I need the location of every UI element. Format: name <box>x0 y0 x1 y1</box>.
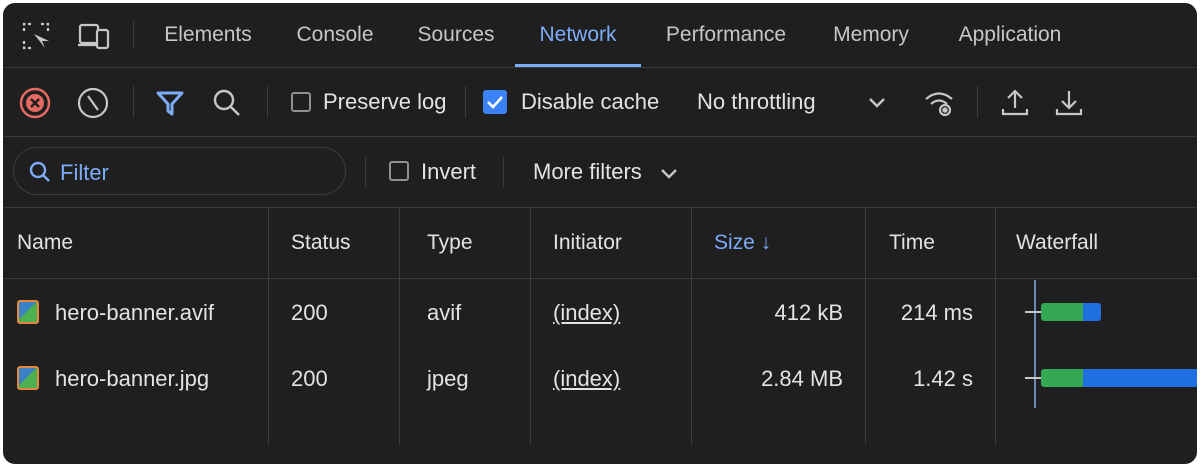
waterfall-whisker <box>1025 311 1041 313</box>
request-initiator-link[interactable]: (index) <box>553 366 620 392</box>
invert-label: Invert <box>421 159 477 184</box>
clear-log-icon[interactable] <box>77 87 109 119</box>
checkmark-icon <box>487 96 503 109</box>
more-filters-button[interactable]: More filters <box>533 159 642 185</box>
waterfall-download-bar <box>1083 303 1101 321</box>
table-row[interactable]: hero-banner.jpg 200 jpeg (index) 2.84 MB… <box>3 345 1197 411</box>
tab-console[interactable]: Console <box>279 3 391 67</box>
table-row[interactable]: hero-banner.avif 200 avif (index) 412 kB… <box>3 279 1197 345</box>
column-header-waterfall[interactable]: Waterfall <box>1016 208 1098 278</box>
export-har-icon[interactable] <box>1053 87 1083 117</box>
toolbar-separator <box>977 86 978 118</box>
filter-bar: Filter Invert More filters <box>3 137 1197 208</box>
request-size: 2.84 MB <box>761 366 843 391</box>
tab-elements[interactable]: Elements <box>149 3 267 67</box>
invert-checkbox[interactable] <box>389 161 409 181</box>
tab-sources[interactable]: Sources <box>403 3 509 67</box>
image-file-icon <box>17 366 39 390</box>
column-header-initiator[interactable]: Initiator <box>553 208 622 278</box>
request-status: 200 <box>291 300 328 325</box>
column-header-type[interactable]: Type <box>427 208 473 278</box>
network-request-table: Name Status Type Initiator Size ↓ Time W… <box>3 208 1197 464</box>
filter-icon[interactable] <box>154 87 184 117</box>
waterfall-waiting-bar <box>1041 303 1083 321</box>
waterfall-whisker <box>1025 377 1041 379</box>
preserve-log-checkbox[interactable] <box>291 92 311 112</box>
request-size: 412 kB <box>774 300 844 325</box>
request-time: 214 ms <box>900 300 973 325</box>
column-header-name[interactable]: Name <box>17 208 73 278</box>
request-name: hero-banner.jpg <box>55 366 210 391</box>
tab-memory[interactable]: Memory <box>819 3 923 67</box>
image-file-icon <box>17 300 39 324</box>
tabbar-separator <box>133 21 134 49</box>
chevron-down-icon[interactable] <box>657 161 681 190</box>
inspect-element-icon[interactable] <box>21 21 50 50</box>
waterfall-waiting-bar <box>1041 369 1083 387</box>
column-header-status[interactable]: Status <box>291 208 351 278</box>
toolbar-separator <box>267 86 268 118</box>
preserve-log-label: Preserve log <box>323 89 447 114</box>
tab-performance[interactable]: Performance <box>651 3 801 67</box>
chevron-down-icon[interactable] <box>865 90 895 120</box>
devtools-panel: Elements Console Sources Network Perform… <box>3 3 1197 464</box>
column-header-time[interactable]: Time <box>889 208 935 278</box>
disable-cache-label: Disable cache <box>521 89 660 114</box>
request-time: 1.42 s <box>913 366 973 391</box>
throttling-select[interactable]: No throttling <box>697 89 816 115</box>
filterbar-separator <box>503 157 504 187</box>
network-conditions-icon[interactable] <box>923 87 953 117</box>
request-type: jpeg <box>427 366 469 391</box>
filterbar-separator <box>365 157 366 187</box>
disable-cache-checkbox[interactable] <box>483 90 507 114</box>
network-toolbar: Preserve log Disable cache No throttling <box>3 68 1197 137</box>
devtools-tab-bar: Elements Console Sources Network Perform… <box>3 3 1197 68</box>
stop-recording-icon[interactable] <box>19 87 51 119</box>
request-type: avif <box>427 300 462 325</box>
toolbar-separator <box>133 86 134 118</box>
filter-input[interactable]: Filter <box>13 147 346 195</box>
search-icon <box>28 160 52 189</box>
filter-placeholder: Filter <box>60 160 109 185</box>
search-icon[interactable] <box>211 87 241 117</box>
tab-network[interactable]: Network <box>515 3 641 67</box>
waterfall-download-bar <box>1083 369 1197 387</box>
toolbar-separator <box>465 86 466 118</box>
import-har-icon[interactable] <box>999 87 1029 117</box>
column-header-size[interactable]: Size ↓ <box>714 208 771 278</box>
request-name: hero-banner.avif <box>55 300 214 325</box>
request-status: 200 <box>291 366 328 391</box>
device-toolbar-icon[interactable] <box>77 21 110 50</box>
request-initiator-link[interactable]: (index) <box>553 300 620 326</box>
tab-application[interactable]: Application <box>943 3 1077 67</box>
